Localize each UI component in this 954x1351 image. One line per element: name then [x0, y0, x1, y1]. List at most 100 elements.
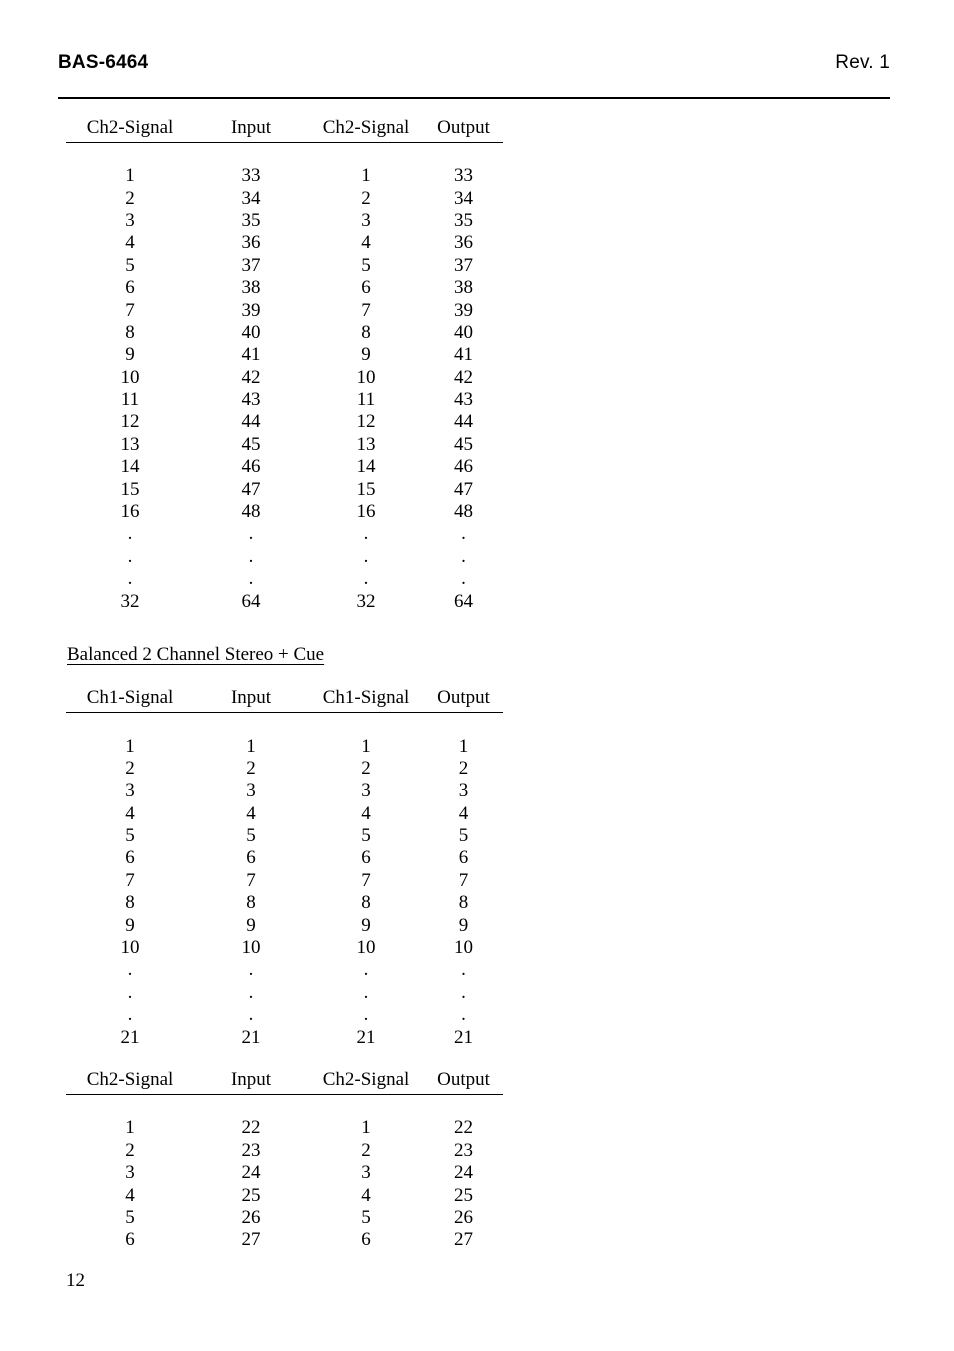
table-cell-ellipsis: .	[461, 523, 466, 545]
column-header-output: Output	[424, 1070, 503, 1096]
table-cell: 9	[246, 914, 256, 936]
table-cell: 5	[458, 825, 469, 847]
table-cell: 43	[454, 389, 473, 411]
table-row: 1 33 1 33	[66, 165, 503, 187]
signal-table-block-1: Ch2-Signal Input Ch2-Signal Output 1 33 1 3…	[66, 118, 516, 612]
table-row: 12 44 12 44	[66, 411, 503, 433]
table-cell: 48	[454, 501, 473, 523]
table-cell: 37	[454, 254, 473, 276]
table-cell: 1	[361, 165, 371, 187]
table-cell: 39	[241, 299, 261, 321]
table-cell: 6	[125, 847, 135, 869]
table-cell: 5	[125, 254, 135, 276]
table-cell: 13	[356, 433, 376, 455]
document-revision: Rev. 1	[835, 52, 890, 73]
table-row: 2 34 2 34	[66, 187, 503, 209]
table-cell: 37	[241, 254, 261, 276]
section-heading-balanced-stereo-cue: Balanced 2 Channel Stereo + Cue	[67, 644, 325, 666]
table-cell: 3	[125, 780, 135, 802]
table-row: 11 43 11 43	[66, 388, 503, 410]
table-cell: 44	[241, 411, 261, 433]
table-row: 32 64 32 64	[66, 590, 503, 612]
table-cell: 3	[125, 209, 135, 231]
section-heading-wrapper: Balanced 2 Channel Stereo + Cue	[66, 645, 516, 665]
table-row: 13 45 13 45	[66, 433, 503, 455]
table-row: 3 24 3 24	[66, 1162, 503, 1184]
table-cell: 8	[361, 321, 371, 343]
table-row: 15 47 15 47	[66, 478, 503, 500]
table-cell: 32	[120, 590, 140, 612]
table-row: 16 48 16 48	[66, 500, 503, 522]
table-cell-ellipsis: .	[363, 545, 369, 567]
table-cell: 2	[458, 757, 469, 779]
table-cell: 25	[241, 1184, 261, 1206]
table-cell: 5	[361, 254, 371, 276]
table-row: ....	[66, 545, 503, 567]
table-cell: 38	[241, 277, 261, 299]
table-cell: 9	[125, 914, 135, 936]
table-cell: 14	[356, 456, 376, 478]
header-divider-rule	[58, 97, 890, 99]
table-header-row: Ch1-Signal Input Ch1-Signal Output	[66, 688, 503, 714]
table-cell: 45	[241, 433, 261, 455]
table-cell: 4	[361, 1184, 371, 1206]
table-cell: 2	[125, 757, 135, 779]
table-row: 2 2 2 2	[66, 757, 503, 779]
table-row: 10 42 10 42	[66, 366, 503, 388]
table-cell-ellipsis: .	[363, 959, 369, 981]
table-spacer-row	[66, 1095, 503, 1117]
table-cell-ellipsis: .	[363, 568, 369, 590]
table-cell: 3	[246, 780, 256, 802]
column-header-ch2-signal-out: Ch2-Signal	[308, 118, 424, 143]
table-cell: 4	[125, 802, 135, 824]
table-cell: 6	[125, 1229, 135, 1251]
table-cell-ellipsis: .	[248, 1004, 254, 1026]
table-cell-ellipsis: .	[127, 523, 133, 545]
table-cell: 7	[125, 869, 135, 891]
signal-table-ch2-27: Ch2-Signal Input Ch2-Signal Output 1 22 1 2…	[66, 1070, 503, 1251]
table-cell: 47	[241, 478, 261, 500]
table-row: 6 27 6 27	[66, 1229, 503, 1251]
table-cell: 1	[125, 735, 135, 757]
table-cell: 36	[454, 232, 473, 254]
table-cell: 1	[246, 735, 256, 757]
table-spacer-row	[66, 713, 503, 735]
table-cell: 27	[454, 1229, 473, 1251]
table-body: 1 22 1 22 2 23 2 23 3 24 3 24 4 25 4 25 5 26 5 26 6 27 6 27	[66, 1095, 503, 1251]
table-cell: 1	[125, 165, 135, 187]
table-cell: 40	[241, 321, 261, 343]
table-cell: 36	[241, 232, 261, 254]
table-spacer-row	[66, 143, 503, 165]
table-cell-ellipsis: .	[461, 1004, 466, 1026]
table-cell: 2	[246, 757, 256, 779]
column-header-ch2-signal-in: Ch2-Signal	[66, 1070, 194, 1096]
page-content: Ch2-Signal Input Ch2-Signal Output 1 33 1 3…	[66, 118, 516, 1251]
page-number: 12	[66, 1270, 85, 1291]
table-cell: 13	[120, 433, 140, 455]
table-cell: 27	[241, 1229, 261, 1251]
column-header-input: Input	[194, 688, 308, 714]
table-cell-ellipsis: .	[127, 959, 133, 981]
column-header-ch2-signal-in: Ch2-Signal	[66, 118, 194, 143]
table-cell: 21	[454, 1026, 473, 1048]
table-cell: 3	[361, 780, 371, 802]
table-cell: 5	[361, 1207, 371, 1229]
table-row: 10 10 10 10	[66, 936, 503, 958]
column-header-output: Output	[424, 688, 503, 714]
table-cell-ellipsis: .	[363, 1004, 369, 1026]
table-cell: 41	[241, 344, 261, 366]
table-cell-ellipsis: .	[248, 959, 254, 981]
table-cell: 34	[241, 187, 261, 209]
table-cell: 5	[125, 1207, 135, 1229]
table-body: 1 1 1 1 2 2 2 2 3 3 3 3 4 4 4 4 5 5 5 5 6 6 6 6 7 7 7 7 8 8 8 8 9 9 9 9 10 10…	[66, 713, 503, 1048]
table-row: 4 4 4 4	[66, 802, 503, 824]
column-header-input: Input	[194, 118, 308, 143]
table-cell: 10	[120, 366, 140, 388]
table-cell: 4	[125, 1184, 135, 1206]
table-cell: 9	[125, 344, 135, 366]
table-row: 5 26 5 26	[66, 1206, 503, 1228]
table-cell: 45	[454, 433, 473, 455]
table-cell: 5	[246, 825, 256, 847]
table-cell: 6	[125, 277, 135, 299]
table-header-row: Ch2-Signal Input Ch2-Signal Output	[66, 118, 503, 143]
